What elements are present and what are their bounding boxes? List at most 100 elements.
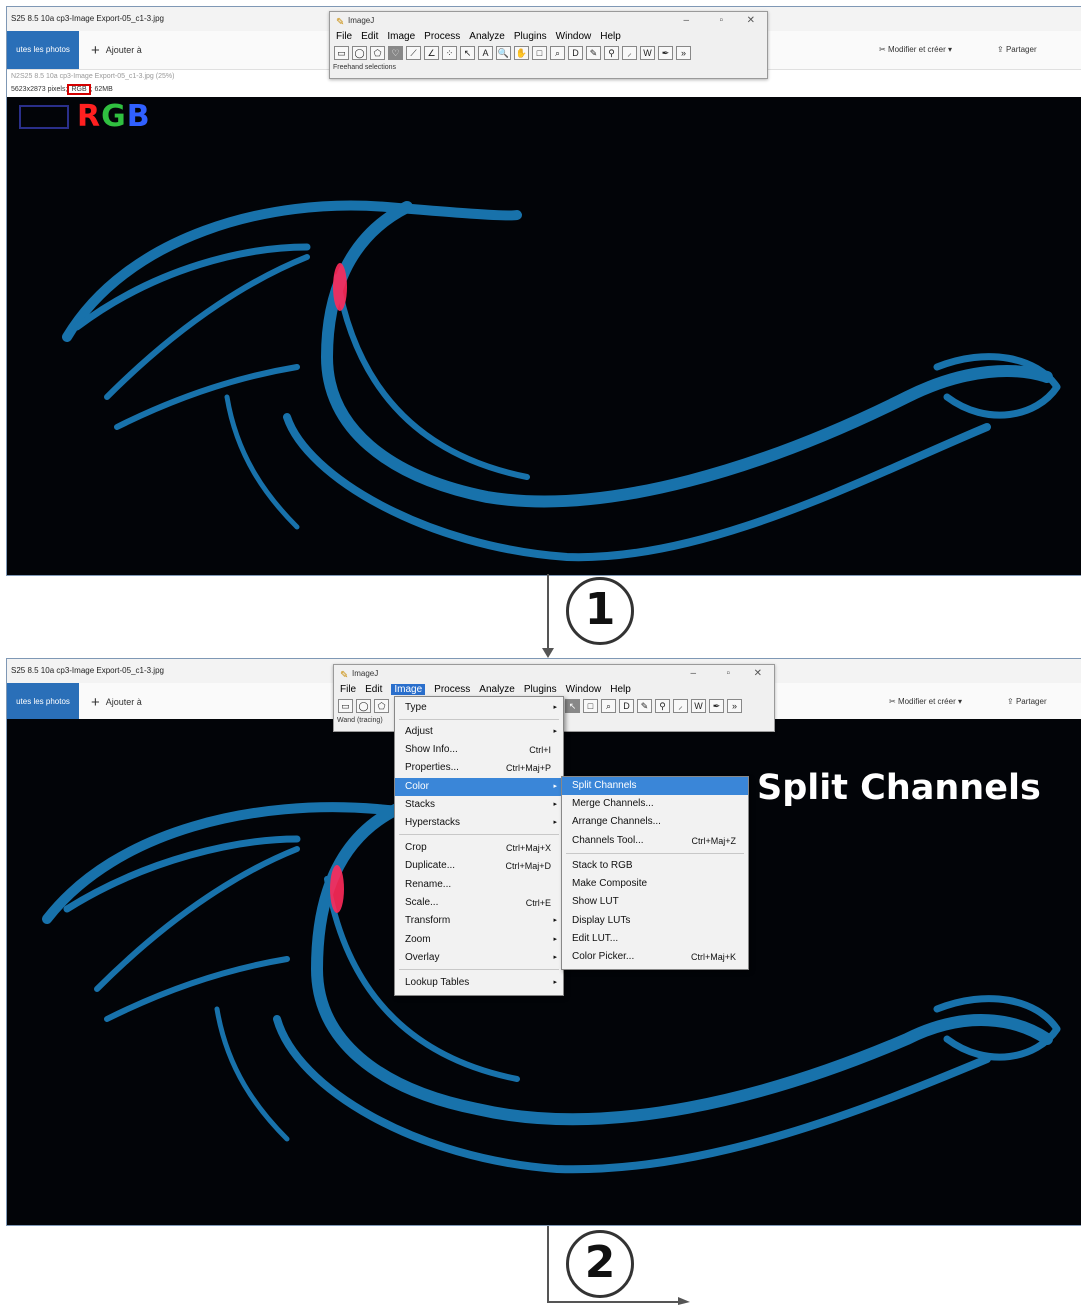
blank-tool-icon[interactable]: □: [532, 46, 547, 60]
menu-separator: [566, 853, 744, 854]
all-photos-tab[interactable]: utes les photos: [7, 31, 79, 69]
wl-tool-icon[interactable]: W: [691, 699, 706, 713]
brush-tool-icon[interactable]: ⸝: [673, 699, 688, 713]
magnifier-tool-icon[interactable]: 🔍: [496, 46, 511, 60]
wl-tool-icon[interactable]: W: [640, 46, 655, 60]
polygon-tool-icon[interactable]: ⬠: [374, 699, 389, 713]
menu-window[interactable]: Window: [566, 684, 602, 695]
menu-plugins[interactable]: Plugins: [514, 31, 547, 42]
menu-image[interactable]: Image: [387, 31, 415, 42]
image-menu-item-show-info[interactable]: Show Info... Ctrl+I: [395, 741, 563, 759]
freehand-tool-icon[interactable]: ♡: [388, 46, 403, 60]
developer-menu-icon[interactable]: D: [568, 46, 583, 60]
image-menu-item-lookup-tables[interactable]: Lookup Tables ▸: [395, 974, 563, 992]
split-channels-annotation: Split Channels: [757, 768, 1041, 808]
menu-plugins[interactable]: Plugins: [524, 684, 557, 695]
image-menu-item-overlay[interactable]: Overlay ▸: [395, 949, 563, 967]
line-tool-icon[interactable]: ⟋: [406, 46, 421, 60]
rectangle-tool-icon[interactable]: ▭: [334, 46, 349, 60]
color-menu-item-color-picker[interactable]: Color Picker... Ctrl+Maj+K: [562, 948, 748, 966]
image-menu-item-crop[interactable]: Crop Ctrl+Maj+X: [395, 839, 563, 857]
menu-help[interactable]: Help: [610, 684, 631, 695]
edit-create-button[interactable]: ✂ Modifier et créer ▾: [879, 31, 952, 69]
minimize-icon[interactable]: –: [683, 12, 689, 30]
menu-item-label: Adjust: [405, 726, 433, 737]
dropper-tool-icon[interactable]: ⚲: [655, 699, 670, 713]
minimize-icon[interactable]: –: [690, 665, 696, 683]
angle-tool-icon[interactable]: ∠: [424, 46, 439, 60]
rectangle-tool-icon[interactable]: ▭: [338, 699, 353, 713]
add-to-button[interactable]: + Ajouter à: [91, 31, 142, 69]
search-icon[interactable]: ⌕: [601, 699, 616, 713]
more-tools-icon[interactable]: »: [727, 699, 742, 713]
add-to-button[interactable]: + Ajouter à: [91, 683, 142, 721]
close-icon[interactable]: ✕: [747, 12, 755, 30]
menu-analyze[interactable]: Analyze: [479, 684, 515, 695]
menu-file[interactable]: File: [336, 31, 352, 42]
menu-process[interactable]: Process: [424, 31, 460, 42]
hand-tool-icon[interactable]: ✋: [514, 46, 529, 60]
menu-item-shortcut: Ctrl+Maj+K: [690, 952, 736, 962]
color-menu-item-arrange-channels[interactable]: Arrange Channels...: [562, 813, 748, 831]
all-photos-tab[interactable]: utes les photos: [7, 683, 79, 721]
color-menu-item-stack-to-rgb[interactable]: Stack to RGB: [562, 857, 748, 875]
submenu-arrow-icon: ▸: [553, 954, 557, 961]
pen-tool-icon[interactable]: ✒: [658, 46, 673, 60]
image-menu-item-rename[interactable]: Rename...: [395, 876, 563, 894]
oval-tool-icon[interactable]: ◯: [352, 46, 367, 60]
image-menu-item-color[interactable]: Color ▸: [395, 778, 563, 796]
developer-menu-icon[interactable]: D: [619, 699, 634, 713]
share-button[interactable]: ⇪ Partager: [997, 31, 1037, 69]
color-menu-item-channels-tool[interactable]: Channels Tool... Ctrl+Maj+Z: [562, 832, 748, 850]
image-info-line: 5623x2873 pixels; RGB; 62MB: [11, 84, 113, 96]
color-menu-item-show-lut[interactable]: Show LUT: [562, 893, 748, 911]
point-tool-icon[interactable]: ⁘: [442, 46, 457, 60]
image-menu-item-properties[interactable]: Properties... Ctrl+Maj+P: [395, 759, 563, 777]
add-to-label: Ajouter à: [105, 697, 142, 707]
more-tools-icon[interactable]: »: [676, 46, 691, 60]
image-menu-item-type[interactable]: Type ▸: [395, 699, 563, 717]
pencil-tool-icon[interactable]: ✎: [637, 699, 652, 713]
color-menu-item-make-composite[interactable]: Make Composite: [562, 875, 748, 893]
close-icon[interactable]: ✕: [754, 665, 762, 683]
image-menu-item-duplicate[interactable]: Duplicate... Ctrl+Maj+D: [395, 857, 563, 875]
menu-edit[interactable]: Edit: [365, 684, 382, 695]
menu-edit[interactable]: Edit: [361, 31, 378, 42]
menu-image[interactable]: Image: [391, 684, 426, 695]
pencil-tool-icon[interactable]: ✎: [586, 46, 601, 60]
imagej-tool-row: ▭ ◯ ⬠ ♡ ⟋ ∠ ⁘ ↖ A 🔍 ✋ □ ⌕ D ✎ ⚲ ⸝ W ✒ »: [330, 44, 767, 62]
maximize-icon[interactable]: ▫: [719, 12, 723, 30]
menu-item-label: Edit LUT...: [572, 933, 619, 944]
image-menu-item-hyperstacks[interactable]: Hyperstacks ▸: [395, 814, 563, 832]
image-menu-item-stacks[interactable]: Stacks ▸: [395, 796, 563, 814]
dropper-tool-icon[interactable]: ⚲: [604, 46, 619, 60]
menu-window[interactable]: Window: [556, 31, 592, 42]
image-menu-item-adjust[interactable]: Adjust ▸: [395, 723, 563, 741]
share-button[interactable]: ⇪ Partager: [1007, 683, 1047, 721]
search-icon[interactable]: ⌕: [550, 46, 565, 60]
menu-process[interactable]: Process: [434, 684, 470, 695]
menu-file[interactable]: File: [340, 684, 356, 695]
image-menu-item-transform[interactable]: Transform ▸: [395, 912, 563, 930]
wand-tool-icon[interactable]: ↖: [460, 46, 475, 60]
submenu-arrow-icon: ▸: [553, 783, 557, 790]
brush-tool-icon[interactable]: ⸝: [622, 46, 637, 60]
color-menu-item-merge-channels[interactable]: Merge Channels...: [562, 795, 748, 813]
image-menu-item-zoom[interactable]: Zoom ▸: [395, 931, 563, 949]
menu-analyze[interactable]: Analyze: [469, 31, 505, 42]
image-menu-item-scale[interactable]: Scale... Ctrl+E: [395, 894, 563, 912]
wand-tool-icon[interactable]: ↖: [565, 699, 580, 713]
menu-help[interactable]: Help: [600, 31, 621, 42]
microscopy-image[interactable]: RGB: [7, 97, 1081, 575]
blank-tool-icon[interactable]: □: [583, 699, 598, 713]
edit-create-button[interactable]: ✂ Modifier et créer ▾: [889, 683, 962, 721]
maximize-icon[interactable]: ▫: [726, 665, 730, 683]
text-tool-icon[interactable]: A: [478, 46, 493, 60]
pen-tool-icon[interactable]: ✒: [709, 699, 724, 713]
color-menu-item-split-channels[interactable]: Split Channels: [562, 777, 748, 795]
color-menu-item-edit-lut[interactable]: Edit LUT...: [562, 930, 748, 948]
menu-item-shortcut: Ctrl+I: [529, 745, 551, 755]
polygon-tool-icon[interactable]: ⬠: [370, 46, 385, 60]
oval-tool-icon[interactable]: ◯: [356, 699, 371, 713]
color-menu-item-display-luts[interactable]: Display LUTs: [562, 912, 748, 930]
